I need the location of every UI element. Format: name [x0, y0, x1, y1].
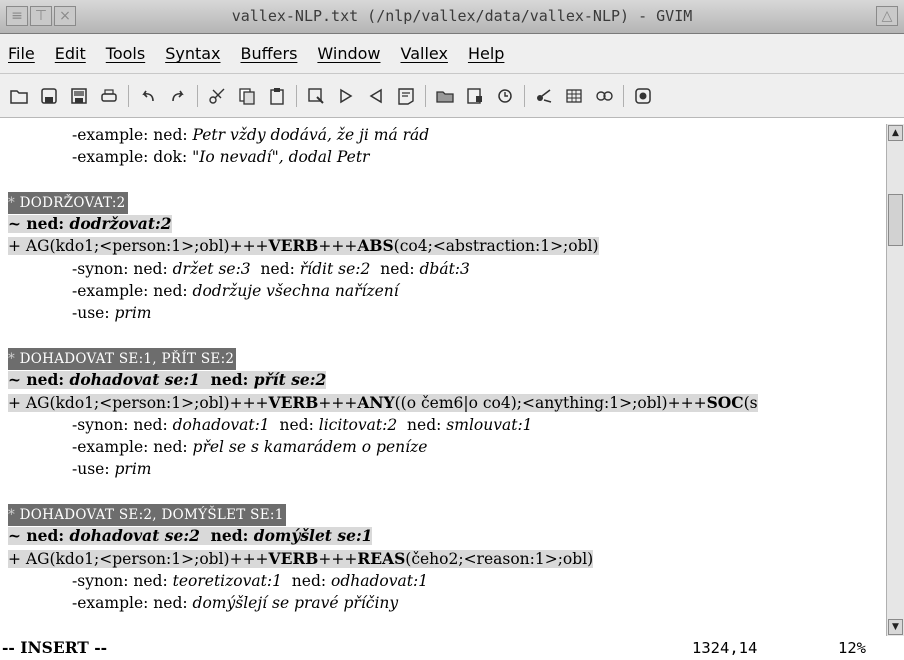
toolbar-separator — [623, 84, 624, 107]
synon-line: -synon: ned: držet se:3 ned: řídit se:2 … — [72, 259, 470, 278]
open-icon[interactable] — [6, 83, 32, 109]
make-icon[interactable] — [492, 83, 518, 109]
window-menu-button[interactable]: ≡ — [6, 6, 28, 26]
text-line: -example: dok: "Io nevadí", dodal Petr — [8, 146, 884, 168]
vertical-scrollbar[interactable]: ▲ ▼ — [886, 124, 904, 636]
scroll-up-arrow-icon[interactable]: ▲ — [888, 125, 903, 141]
example-line: -example: ned: dodržuje všechna nařízení — [72, 282, 399, 301]
save-icon[interactable] — [36, 83, 62, 109]
frame-line: + AG(kdo1;<person:1>;obl)+++VERB+++ANY((… — [8, 392, 758, 412]
lemma-text: dodržovat:2 — [69, 214, 172, 234]
save-session-icon[interactable] — [432, 83, 458, 109]
field-label: -example: ned: — [72, 126, 193, 144]
toolbar-separator — [524, 84, 525, 107]
example-line: -example: ned: přel se s kamarádem o pen… — [72, 438, 428, 457]
find-prev-icon[interactable] — [363, 83, 389, 109]
find-icon[interactable] — [303, 83, 329, 109]
menu-window[interactable]: Window — [317, 44, 380, 63]
mode-indicator: -- INSERT -- — [2, 638, 108, 657]
field-label: -example: dok: — [72, 148, 193, 167]
lemma-line: ~ ned: dodržovat:2 — [8, 214, 172, 234]
load-session-icon[interactable] — [393, 83, 419, 109]
menu-help[interactable]: Help — [468, 44, 504, 63]
shade-button[interactable]: ⊤ — [30, 6, 52, 26]
entry-heading: * DODRŽOVAT:2 — [8, 191, 884, 215]
window-controls-right: △ — [876, 6, 898, 26]
example-text: "Io nevadí", dodal Petr — [192, 148, 370, 167]
cursor-position: 1324,14 — [692, 639, 758, 657]
title-bar: ≡ ⊤ × vallex-NLP.txt (/nlp/vallex/data/v… — [0, 0, 904, 34]
menu-vallex[interactable]: Vallex — [401, 44, 448, 63]
synon-line: -synon: ned: dohadovat:1 ned: licitovat:… — [72, 415, 533, 434]
toolbar-separator — [197, 84, 198, 107]
scroll-percent: 12% — [838, 639, 866, 657]
menu-edit[interactable]: Edit — [55, 44, 86, 63]
run-script-icon[interactable] — [462, 83, 488, 109]
frame-line: + AG(kdo1;<person:1>;obl)+++VERB+++REAS(… — [8, 548, 594, 568]
menu-syntax[interactable]: Syntax — [165, 44, 220, 63]
menu-bar: File Edit Tools Syntax Buffers Window Va… — [0, 34, 904, 74]
menu-tools[interactable]: Tools — [106, 44, 145, 63]
use-line: -use: prim — [72, 304, 152, 323]
entry-heading-label: * DOHADOVAT SE:1, PŘÍT SE:2 — [8, 347, 237, 371]
entry-heading-label: * DODRŽOVAT:2 — [8, 191, 128, 215]
scroll-down-arrow-icon[interactable]: ▼ — [888, 619, 903, 635]
lemma-line: ~ ned: dohadovat se:2 ned: domýšlet se:1 — [8, 526, 373, 546]
status-line: -- INSERT -- 1324,14 12% — [0, 636, 904, 660]
shell-icon[interactable] — [531, 83, 557, 109]
find-next-icon[interactable] — [333, 83, 359, 109]
toolbar-separator — [128, 84, 129, 107]
copy-icon[interactable] — [234, 83, 260, 109]
entry-heading: * DOHADOVAT SE:2, DOMÝŠLET SE:1 — [8, 503, 884, 527]
toolbar-separator — [296, 84, 297, 107]
text-line: -example: ned: Petr vždy dodává, že ji m… — [8, 124, 884, 146]
entry-heading-label: * DOHADOVAT SE:2, DOMÝŠLET SE:1 — [8, 504, 286, 527]
text-editor-area[interactable]: -example: ned: Petr vždy dodává, že ji m… — [8, 124, 884, 636]
maximize-button[interactable]: △ — [876, 6, 898, 26]
redo-icon[interactable] — [165, 83, 191, 109]
ctags-icon[interactable] — [561, 83, 587, 109]
undo-icon[interactable] — [135, 83, 161, 109]
cut-icon[interactable] — [204, 83, 230, 109]
menu-buffers[interactable]: Buffers — [241, 44, 298, 63]
menu-file[interactable]: File — [8, 44, 35, 63]
scrollbar-thumb[interactable] — [888, 194, 903, 246]
help-icon[interactable] — [630, 83, 656, 109]
toolbar — [0, 74, 904, 118]
window-controls-left: ≡ ⊤ × — [6, 6, 76, 26]
paste-icon[interactable] — [264, 83, 290, 109]
example-text: Petr vždy dodává, že ji má rád — [192, 126, 430, 144]
example-line: -example: ned: domýšlejí se pravé příčin… — [72, 594, 399, 613]
window-title: vallex-NLP.txt (/nlp/vallex/data/vallex-… — [231, 7, 693, 25]
synon-line: -synon: ned: teoretizovat:1 ned: odhadov… — [72, 571, 429, 590]
use-line: -use: prim — [72, 460, 152, 479]
split-icon[interactable] — [591, 83, 617, 109]
toolbar-separator — [425, 84, 426, 107]
frame-line: + AG(kdo1;<person:1>;obl)+++VERB+++ABS(c… — [8, 236, 599, 256]
print-icon[interactable] — [96, 83, 122, 109]
save-all-icon[interactable] — [66, 83, 92, 109]
close-button[interactable]: × — [54, 6, 76, 26]
entry-heading: * DOHADOVAT SE:1, PŘÍT SE:2 — [8, 347, 884, 371]
lemma-line: ~ ned: dohadovat se:1 ned: přít se:2 — [8, 370, 327, 390]
